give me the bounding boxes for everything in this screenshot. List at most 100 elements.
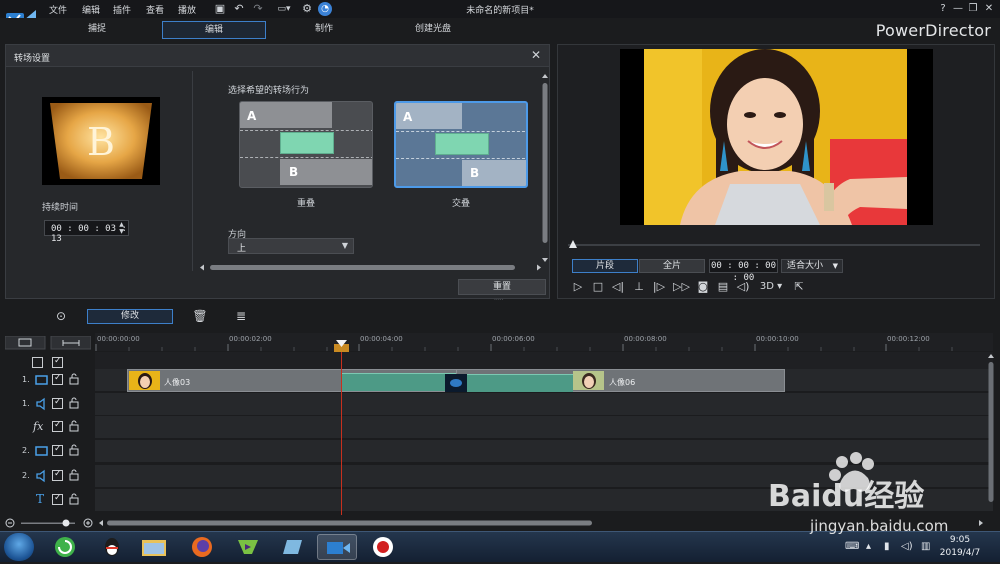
settings-icon[interactable]: ⚙ — [300, 2, 314, 16]
taskbar-app-360-browser[interactable] — [45, 534, 85, 560]
direction-select[interactable]: 上 ▼ — [228, 238, 354, 254]
track-lane[interactable] — [95, 440, 993, 463]
tab-clip[interactable]: 片段 — [572, 259, 638, 273]
track-enable-checkbox[interactable] — [52, 444, 63, 456]
transition-marker-icon[interactable] — [445, 374, 467, 392]
option-overlap-label: 重叠 — [296, 199, 315, 209]
reset-button[interactable]: 重置 — [458, 279, 546, 295]
timeline-vertical-scrollbar[interactable] — [987, 352, 995, 515]
track-enable-checkbox[interactable] — [52, 420, 63, 432]
track-lane[interactable] — [95, 465, 993, 488]
resize-grip-icon[interactable]: ····· — [494, 298, 508, 304]
network-icon[interactable]: ▥ — [921, 541, 930, 552]
tab-create-disc[interactable]: 创建光盘 — [381, 21, 485, 39]
menu-play[interactable]: 播放 — [178, 3, 196, 16]
close-icon[interactable]: ✕ — [982, 2, 996, 16]
usb-icon[interactable]: ▮ — [884, 541, 890, 552]
account-icon[interactable]: ◔ — [318, 2, 332, 16]
restore-icon[interactable]: ❐ — [966, 2, 980, 16]
menu-plugins[interactable]: 插件 — [113, 3, 131, 16]
track-lane[interactable]: 人像03 人像06 — [95, 369, 993, 392]
taskbar-app-firefox[interactable] — [182, 534, 222, 560]
edit-list-icon[interactable]: ≣ — [232, 308, 250, 324]
menu-file[interactable]: 文件 — [49, 3, 67, 16]
lock-icon[interactable] — [69, 420, 79, 432]
help-icon[interactable]: ? — [936, 2, 950, 16]
show-hidden-icons-icon[interactable]: ▴ — [866, 541, 871, 552]
taskbar-app-notebook[interactable] — [272, 534, 312, 560]
clip-thumbnail — [573, 371, 604, 390]
duration-label: 持续时间 — [42, 203, 79, 213]
guide-line — [396, 158, 526, 159]
enable-all-checkbox[interactable] — [52, 356, 63, 368]
track-enable-checkbox[interactable] — [52, 397, 63, 409]
prev-frame-icon[interactable]: ◁| — [611, 280, 625, 294]
panel-horizontal-scrollbar[interactable] — [198, 263, 543, 272]
redo-icon[interactable]: ↷ — [251, 2, 265, 16]
taskbar-app-file-explorer[interactable] — [134, 534, 174, 560]
track-lane[interactable] — [95, 489, 993, 512]
letter-b: B — [470, 166, 480, 180]
menu-edit[interactable]: 编辑 — [82, 3, 100, 16]
clock-time[interactable]: 9:05 — [940, 535, 980, 545]
trash-icon[interactable]: 🗑 — [191, 308, 209, 324]
fit-size-select[interactable]: 适合大小 ▼ — [781, 259, 843, 273]
close-icon[interactable]: ✕ — [531, 48, 541, 62]
aspect-ratio-icon[interactable]: ▭▾ — [272, 2, 296, 16]
preview-scrubber[interactable] — [568, 238, 980, 250]
keyboard-icon[interactable]: ⌨ — [845, 541, 859, 552]
tab-capture[interactable]: 捕捉 — [45, 21, 149, 39]
lock-icon[interactable] — [69, 469, 79, 481]
spin-arrows-icon[interactable]: ▲ ▼ — [117, 221, 126, 235]
split-icon[interactable]: ⊥ — [632, 280, 646, 294]
preview-timecode[interactable]: 00 : 00 : 00 : 00 — [709, 259, 778, 283]
playhead-handle[interactable] — [334, 340, 349, 352]
menu-view[interactable]: 查看 — [146, 3, 164, 16]
track-lane[interactable] — [95, 416, 993, 439]
play-icon[interactable]: ▷ — [571, 280, 585, 294]
option-overlap[interactable]: A B — [239, 101, 373, 188]
tab-movie[interactable]: 全片 — [639, 259, 705, 273]
clip-portrait-06[interactable]: 人像06 — [456, 369, 785, 392]
zoom-slider[interactable] — [5, 518, 97, 528]
taskbar-app-powerdirector[interactable] — [317, 534, 357, 560]
lock-icon[interactable] — [69, 397, 79, 409]
track-enable-checkbox[interactable] — [52, 469, 63, 481]
taskbar-app-recorder[interactable] — [363, 534, 403, 560]
tab-edit[interactable]: 编辑 — [162, 21, 266, 39]
volume-icon[interactable]: ◁) — [736, 280, 750, 294]
panel-title: 转场设置 — [14, 54, 51, 64]
track-lane[interactable] — [95, 393, 993, 416]
start-button[interactable] — [4, 533, 34, 561]
modify-button[interactable]: 修改 — [87, 309, 173, 324]
track-enable-checkbox[interactable] — [52, 493, 63, 505]
stop-icon[interactable]: □ — [591, 280, 605, 294]
subtitle-icon[interactable]: ▤ — [716, 280, 730, 294]
tab-produce[interactable]: 制作 — [272, 21, 376, 39]
track-enable-checkbox[interactable] — [52, 373, 63, 385]
lock-icon[interactable] — [69, 444, 79, 456]
track-view-buttons[interactable] — [5, 336, 91, 350]
snapshot-icon[interactable]: ◙ — [696, 280, 710, 294]
timeline-ruler[interactable]: 00:00:00:00 00:00:02:00 00:00:04:00 00:0… — [95, 333, 993, 351]
lock-icon[interactable] — [69, 373, 79, 385]
taskbar-app-media-player[interactable] — [228, 534, 268, 560]
3d-icon[interactable]: 3D ▾ — [757, 280, 785, 294]
transition-region[interactable] — [341, 373, 456, 391]
volume-icon[interactable]: ◁) — [901, 541, 913, 552]
lock-icon[interactable] — [69, 493, 79, 505]
panel-vertical-scrollbar[interactable] — [541, 73, 549, 263]
clock-date[interactable]: 2019/4/7 — [935, 548, 985, 558]
fast-forward-icon[interactable]: ▷▷ — [673, 280, 690, 294]
taskbar-app-qq[interactable] — [92, 534, 132, 560]
timeline-tracks: 1. 人像03 人像06 1. — [0, 352, 1000, 515]
select-all-checkbox[interactable] — [32, 357, 43, 368]
next-frame-icon[interactable]: |▷ — [652, 280, 666, 294]
save-icon[interactable]: ▣ — [213, 2, 227, 16]
option-cross[interactable]: A B — [394, 101, 528, 188]
collapse-icon[interactable]: ⊙ — [52, 308, 70, 324]
detach-icon[interactable]: ⇱ — [792, 280, 806, 294]
duration-field[interactable]: 00 : 00 : 03 : 13 ▲ ▼ — [44, 220, 129, 244]
minimize-icon[interactable]: — — [951, 2, 965, 16]
undo-icon[interactable]: ↶ — [232, 2, 246, 16]
